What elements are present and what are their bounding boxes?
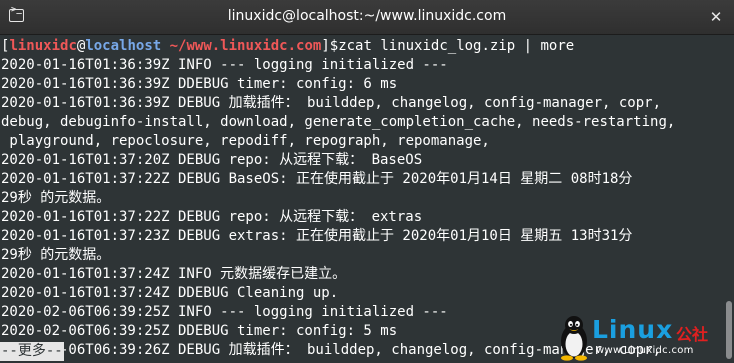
prompt-line: [linuxidc@localhost ~/www.linuxidc.com]$… (1, 37, 574, 56)
prompt-path: ~/www.linuxidc.com (161, 38, 322, 54)
tux-penguin-icon (561, 316, 587, 361)
log-line: 2020-02-06T06:39:25Z DDEBUG timer: confi… (1, 323, 398, 339)
pager-more-prompt[interactable]: --更多-- (0, 342, 64, 361)
window-title: linuxidc@localhost:~/www.linuxidc.com (227, 8, 507, 24)
watermark-brand: Linux (592, 315, 674, 344)
terminal-window: >_ linuxidc@localhost:~/www.linuxidc.com… (0, 0, 734, 363)
log-line: 2020-01-16T01:36:39Z DDEBUG timer: confi… (1, 76, 398, 92)
prompt-close: ]$ (321, 38, 339, 54)
close-button[interactable]: ✕ (707, 8, 725, 26)
log-line: 2020-01-16T01:37:22Z DEBUG repo: 从远程下载： … (1, 209, 423, 225)
log-line: 2020-02-06T06:39:25Z INFO --- logging in… (1, 304, 448, 320)
title-bar[interactable]: >_ linuxidc@localhost:~/www.linuxidc.com… (0, 0, 734, 35)
log-line: debug, debuginfo-install, download, gene… (1, 114, 676, 130)
command-text: zcat linuxidc_log.zip | more (338, 38, 575, 54)
log-line: playground, repoclosure, repodiff, repog… (1, 133, 490, 149)
log-line: 29秒 的元数据。 (1, 247, 111, 263)
log-line: 2020-01-16T01:37:24Z DDEBUG Cleaning up. (1, 285, 339, 301)
close-icon: ✕ (709, 8, 723, 26)
log-line: 2020-01-16T01:37:23Z DEBUG extras: 正在使用截… (1, 228, 633, 244)
watermark-logo: Linux 公社 www.Linuxidc.com (556, 313, 734, 363)
prompt-host: localhost (85, 38, 162, 54)
prompt-user: linuxidc (9, 38, 77, 54)
log-line: 2020-01-16T01:36:39Z DEBUG 加载插件： buildde… (1, 95, 662, 111)
watermark-url: www.Linuxidc.com (596, 345, 694, 356)
log-line: 2020-01-16T01:37:24Z INFO 元数据缓存已建立。 (1, 266, 347, 282)
log-line: 2020-01-16T01:37:22Z DEBUG BaseOS: 正在使用截… (1, 171, 633, 187)
log-line: 2020-01-16T01:37:20Z DEBUG repo: 从远程下载： … (1, 152, 423, 168)
watermark-brand-cn: 公社 (676, 325, 709, 344)
log-line: 29秒 的元数据。 (1, 190, 111, 206)
log-line: 2020-01-16T01:36:39Z INFO --- logging in… (1, 57, 448, 73)
